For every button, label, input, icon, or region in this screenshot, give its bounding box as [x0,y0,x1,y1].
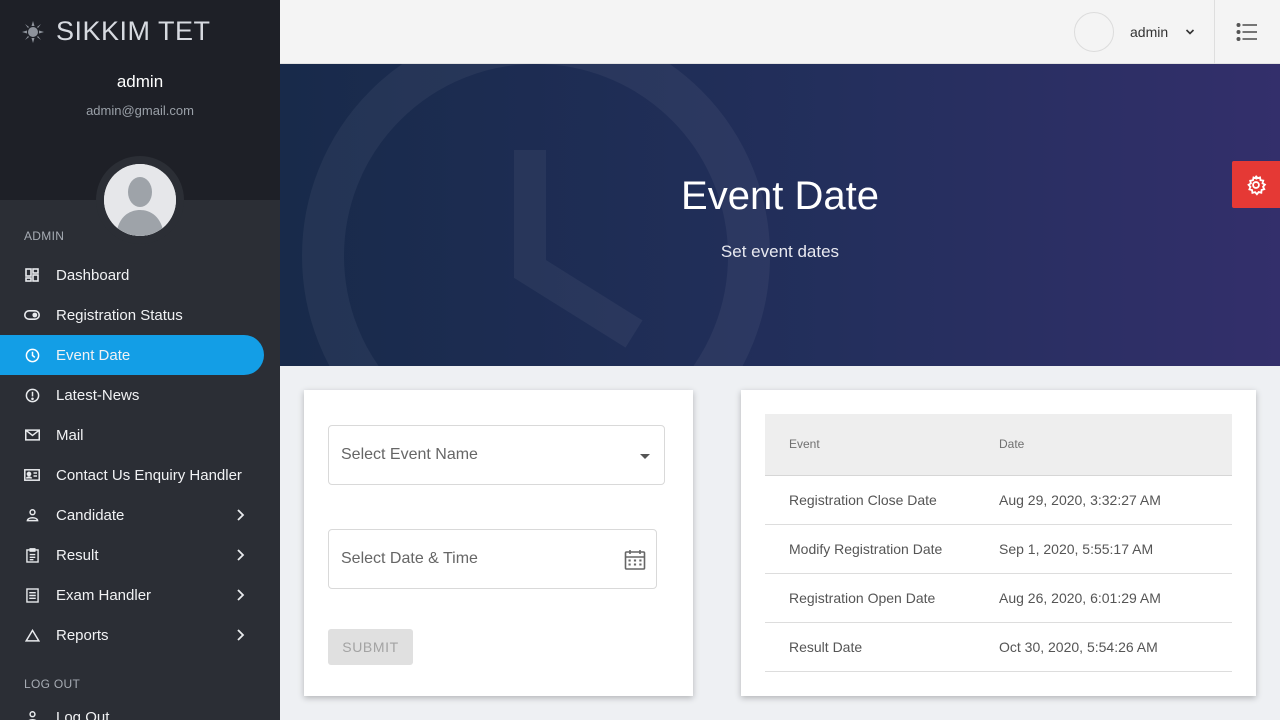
sidebar-user-name: admin [116,72,164,91]
sidebar-item-label: Reports [56,626,109,644]
page-subtitle: Set event dates [720,242,840,261]
cell-event: Registration Open Date [765,573,999,623]
table-row: Registration Close Date Aug 29, 2020, 3:… [765,475,1232,525]
table-row: Modify Registration Date Sep 1, 2020, 5:… [765,524,1232,574]
topbar: admin [280,0,1280,64]
chevron-right-icon [237,589,245,601]
cell-event: Registration Close Date [765,475,999,525]
date-time-input[interactable]: Select Date & Time [328,529,657,589]
calendar-icon[interactable] [623,548,647,572]
sidebar-item-label: Result [56,546,99,564]
cell-event: Result Date [765,622,999,672]
event-name-select-placeholder: Select Event Name [341,446,478,463]
cell-date: Aug 26, 2020, 6:01:29 AM [999,573,1232,623]
sidebar-menu: Dashboard Registration Status Event Date… [0,255,280,655]
sidebar-user-email: admin@gmail.com [86,103,194,118]
sidebar-item-registration-status[interactable]: Registration Status [0,295,280,335]
table-header-row: Event Date [765,414,1232,476]
triangle-icon [24,627,40,643]
event-form-card: Select Event Name Select Date & Time SUB… [304,390,693,696]
sidebar-item-label: Log Out [56,708,110,720]
dropdown-arrow-icon [640,454,650,459]
gear-icon [1247,174,1267,196]
user-avatar-icon [104,164,176,236]
avatar[interactable] [96,156,184,244]
sidebar-item-event-date[interactable]: Event Date [0,335,264,375]
settings-toggle-button[interactable] [1232,161,1280,208]
list-icon[interactable] [1236,22,1258,42]
sidebar-item-label: Candidate [56,506,125,524]
sidebar-item-logout[interactable]: Log Out [0,697,280,720]
sidebar-item-dashboard[interactable]: Dashboard [0,255,280,295]
cell-date: Sep 1, 2020, 5:55:17 AM [999,524,1232,574]
topbar-user-label[interactable]: admin [1130,24,1168,40]
event-dates-card: Event Date Registration Close Date Aug 2… [741,390,1256,696]
brand-title: SIKKIM TET [56,16,211,46]
list-doc-icon [24,587,40,603]
sidebar-item-contact-us-enquiry[interactable]: Contact Us Enquiry Handler [0,455,280,495]
sidebar-item-label: Contact Us Enquiry Handler [56,466,242,484]
sidebar-item-label: Exam Handler [56,586,152,604]
table-row: Registration Open Date Aug 26, 2020, 6:0… [765,573,1232,623]
alert-clock-icon [24,387,40,403]
table-row: Result Date Oct 30, 2020, 5:54:26 AM [765,622,1232,672]
clipboard-icon [24,547,40,563]
sidebar-item-reports[interactable]: Reports [0,615,280,655]
topbar-divider [1214,0,1215,64]
cell-date: Oct 30, 2020, 5:54:26 AM [999,622,1232,672]
column-header-event: Event [765,414,999,476]
section-label-logout: LOG OUT [24,677,81,691]
chevron-right-icon [237,629,245,641]
page-hero: Event Date Set event dates [280,64,1280,366]
person-icon [24,709,40,720]
sidebar-item-mail[interactable]: Mail [0,415,280,455]
event-name-select[interactable]: Select Event Name [328,425,665,485]
mail-icon [24,427,40,443]
sidebar-item-label: Latest-News [56,386,140,404]
person-icon [24,507,40,523]
sidebar-item-candidate[interactable]: Candidate [0,495,280,535]
chevron-down-icon[interactable] [1184,26,1196,38]
event-dates-table: Event Date Registration Close Date Aug 2… [765,414,1232,672]
cell-event: Modify Registration Date [765,524,999,574]
sidebar-item-label: Registration Status [56,306,183,324]
chevron-right-icon [237,509,245,521]
emblem-icon [20,19,46,45]
topbar-avatar[interactable] [1074,12,1114,52]
clock-icon [24,347,40,363]
sidebar-item-label: Dashboard [56,266,130,284]
sidebar-item-latest-news[interactable]: Latest-News [0,375,280,415]
sidebar: SIKKIM TET admin admin@gmail.com ADMIN D… [0,0,280,720]
sidebar-item-exam-handler[interactable]: Exam Handler [0,575,280,615]
cell-date: Aug 29, 2020, 3:32:27 AM [999,475,1232,525]
section-label-admin: ADMIN [24,229,65,243]
chevron-right-icon [237,549,245,561]
sidebar-item-label: Event Date [56,346,131,364]
column-header-date: Date [999,414,1232,476]
contact-card-icon [24,467,40,483]
page-title: Event Date [681,174,879,218]
sidebar-item-result[interactable]: Result [0,535,280,575]
dashboard-icon [24,267,40,283]
toggle-icon [24,307,40,323]
date-time-placeholder: Select Date & Time [341,550,478,567]
sidebar-item-label: Mail [56,426,84,444]
brand[interactable]: SIKKIM TET [20,16,211,47]
submit-button[interactable]: SUBMIT [328,629,413,665]
